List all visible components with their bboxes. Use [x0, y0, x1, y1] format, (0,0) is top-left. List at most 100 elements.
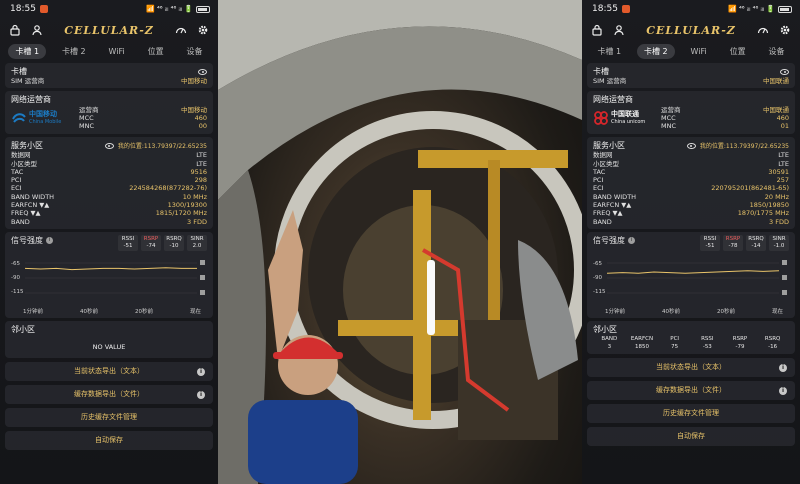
section-title: 卡槽: [11, 67, 27, 76]
tab-bar: 卡槽 1 卡槽 2 WiFi 位置 设备: [582, 42, 800, 60]
signal-graph: -65 -90 -115: [593, 253, 789, 305]
signal-bars-icon: [200, 259, 205, 265]
history-cache-manage-button[interactable]: 历史缓存文件管理: [5, 407, 213, 427]
metric-rsrq: RSRQ -14: [746, 234, 766, 251]
china-mobile-logo-icon: [12, 113, 26, 123]
section-title: 服务小区: [593, 141, 625, 151]
lock-icon[interactable]: [591, 24, 603, 36]
tab-slot-1[interactable]: 卡槽 1: [8, 43, 47, 59]
history-cache-manage-button[interactable]: 历史缓存文件管理: [587, 403, 795, 423]
tab-slot-1[interactable]: 卡槽 1: [590, 44, 628, 59]
section-title: 服务小区: [11, 141, 43, 151]
rsrp-trace-line: [24, 267, 197, 271]
info-icon[interactable]: i: [46, 236, 53, 244]
user-pin-icon[interactable]: [31, 24, 43, 36]
sim-card-section: 卡槽 SIM 运营商 中国联通: [587, 63, 795, 89]
signal-strength-section: 信号强度 i RSSI -51 RSRP -74 RSRQ -10 SINR 2.0 -6…: [5, 231, 213, 318]
gear-icon[interactable]: [779, 24, 791, 36]
y-label: -65: [11, 260, 20, 267]
status-icons: 📶 ⁴⁶ ᵢₗₗ ⁴⁶ ᵢₗₗ 🔋: [728, 5, 792, 13]
info-icon[interactable]: i: [779, 386, 787, 395]
no-value-text: NO VALUE: [92, 342, 126, 351]
neighbor-table: BAND EARFCN PCI RSSI RSRP RSRQ 3 1850 75…: [601, 335, 781, 350]
signal-trace: [606, 259, 787, 295]
phone-screen-right: 18:55 📶 ⁴⁶ ᵢₗₗ ⁴⁶ ᵢₗₗ 🔋 CELLULAR-Z 卡槽 1 …: [582, 0, 800, 484]
signal-icons: 📶 ⁴⁶ ᵢₗₗ ⁴⁶ ᵢₗₗ 🔋: [728, 5, 775, 13]
eye-icon[interactable]: [104, 142, 114, 149]
china-unicom-logo: 中国联通 China unicom: [593, 105, 655, 131]
time-axis: 1分钟前 40秒前 20秒前 现在: [23, 308, 201, 315]
y-label: -65: [593, 260, 602, 267]
my-position: 我的位置:113.79397/22.65235: [699, 143, 789, 151]
signal-trace: [24, 259, 205, 295]
sim-operator-value: 中国移动: [181, 77, 207, 85]
section-title: 邻小区: [11, 324, 35, 334]
signal-bars-icon: [782, 259, 787, 265]
y-label: -90: [11, 274, 20, 281]
export-cache-file-button[interactable]: 缓存数据导出（文件） i: [5, 384, 213, 404]
battery-icon: [778, 5, 792, 13]
tab-location[interactable]: 位置: [141, 44, 171, 59]
tab-device[interactable]: 设备: [179, 44, 209, 59]
rsrp-trace-line: [606, 270, 780, 274]
tab-slot-2[interactable]: 卡槽 2: [636, 43, 675, 59]
eye-icon[interactable]: [198, 68, 207, 75]
info-icon[interactable]: i: [197, 367, 205, 376]
export-cache-file-button[interactable]: 缓存数据导出（文件） i: [587, 380, 795, 400]
sim-operator-label: SIM 运营商: [11, 77, 45, 85]
gear-icon[interactable]: [197, 24, 209, 36]
metric-rsrq: RSRQ -10: [164, 234, 184, 251]
lock-icon[interactable]: [9, 24, 21, 36]
notification-icon: [39, 5, 48, 13]
sim-operator-label: SIM 运营商: [593, 77, 627, 85]
battery-icon: [196, 5, 210, 13]
y-label: -115: [11, 288, 24, 295]
info-icon[interactable]: i: [779, 363, 787, 372]
signal-icons: 📶 ⁴⁶ ᵢₗₗ ⁴⁶ ᵢₗₗ 🔋: [146, 5, 193, 13]
app-logo: CELLULAR-Z: [646, 23, 736, 37]
app-bar: CELLULAR-Z: [0, 18, 218, 42]
speedometer-icon[interactable]: [757, 24, 769, 36]
tab-location[interactable]: 位置: [723, 44, 753, 59]
signal-bars-icon: [200, 274, 205, 280]
network-operator-section: 网络运营商 中国联通 China unicom 运营商 中国联通 MCC 460 MN…: [587, 91, 795, 135]
status-bar: 18:55 📶 ⁴⁶ ᵢₗₗ ⁴⁶ ᵢₗₗ 🔋: [582, 0, 800, 18]
status-icons: 📶 ⁴⁶ ᵢₗₗ ⁴⁶ ᵢₗₗ 🔋: [146, 5, 210, 13]
section-title: 卡槽: [593, 67, 609, 76]
tab-wifi[interactable]: WiFi: [102, 45, 132, 58]
section-title: 邻小区: [593, 324, 617, 334]
signal-strength-section: 信号强度 i RSSI -51 RSRP -78 RSRQ -14 SINR -1.0 -…: [587, 231, 795, 318]
eye-icon[interactable]: [686, 142, 696, 149]
tab-bar: 卡槽 1 卡槽 2 WiFi 位置 设备: [0, 42, 218, 60]
tab-device[interactable]: 设备: [761, 44, 791, 59]
export-status-text-button[interactable]: 当前状态导出（文本） i: [5, 361, 213, 381]
auto-save-button[interactable]: 自动保存: [5, 430, 213, 450]
tab-slot-2[interactable]: 卡槽 2: [55, 44, 93, 59]
info-icon[interactable]: i: [628, 236, 635, 244]
metric-rssi: RSSI -51: [118, 234, 138, 251]
metric-rssi: RSSI -51: [700, 234, 720, 251]
tab-wifi[interactable]: WiFi: [684, 45, 714, 58]
info-icon[interactable]: i: [197, 390, 205, 399]
user-pin-icon[interactable]: [613, 24, 625, 36]
auto-save-button[interactable]: 自动保存: [587, 426, 795, 446]
signal-bars-icon: [782, 274, 787, 280]
section-title: 网络运营商: [593, 95, 633, 105]
signal-graph: -65 -90 -115: [11, 253, 207, 305]
network-operator-section: 网络运营商 中国移动 China Mobile 运营商 中国移动 MCC 460 MN…: [5, 91, 213, 135]
china-mobile-logo: 中国移动 China Mobile: [11, 105, 73, 131]
tunnel-scene: [218, 0, 582, 484]
app-bar: CELLULAR-Z: [582, 18, 800, 42]
export-status-text-button[interactable]: 当前状态导出（文本） i: [587, 357, 795, 377]
clock: 18:55: [592, 4, 618, 14]
neighbor-cell-section: 邻小区 BAND EARFCN PCI RSSI RSRP RSRQ 3 185…: [587, 320, 795, 354]
notification-icon: [621, 5, 630, 13]
signal-bars-icon: [200, 289, 205, 295]
my-position: 我的位置:113.79397/22.65235: [117, 143, 207, 151]
clock: 18:55: [10, 4, 36, 14]
metric-rsrp: RSRP -74: [141, 234, 161, 251]
signal-bars-icon: [782, 289, 787, 295]
speedometer-icon[interactable]: [175, 24, 187, 36]
eye-icon[interactable]: [780, 68, 789, 75]
sim-card-section: 卡槽 SIM 运营商 中国移动: [5, 63, 213, 89]
